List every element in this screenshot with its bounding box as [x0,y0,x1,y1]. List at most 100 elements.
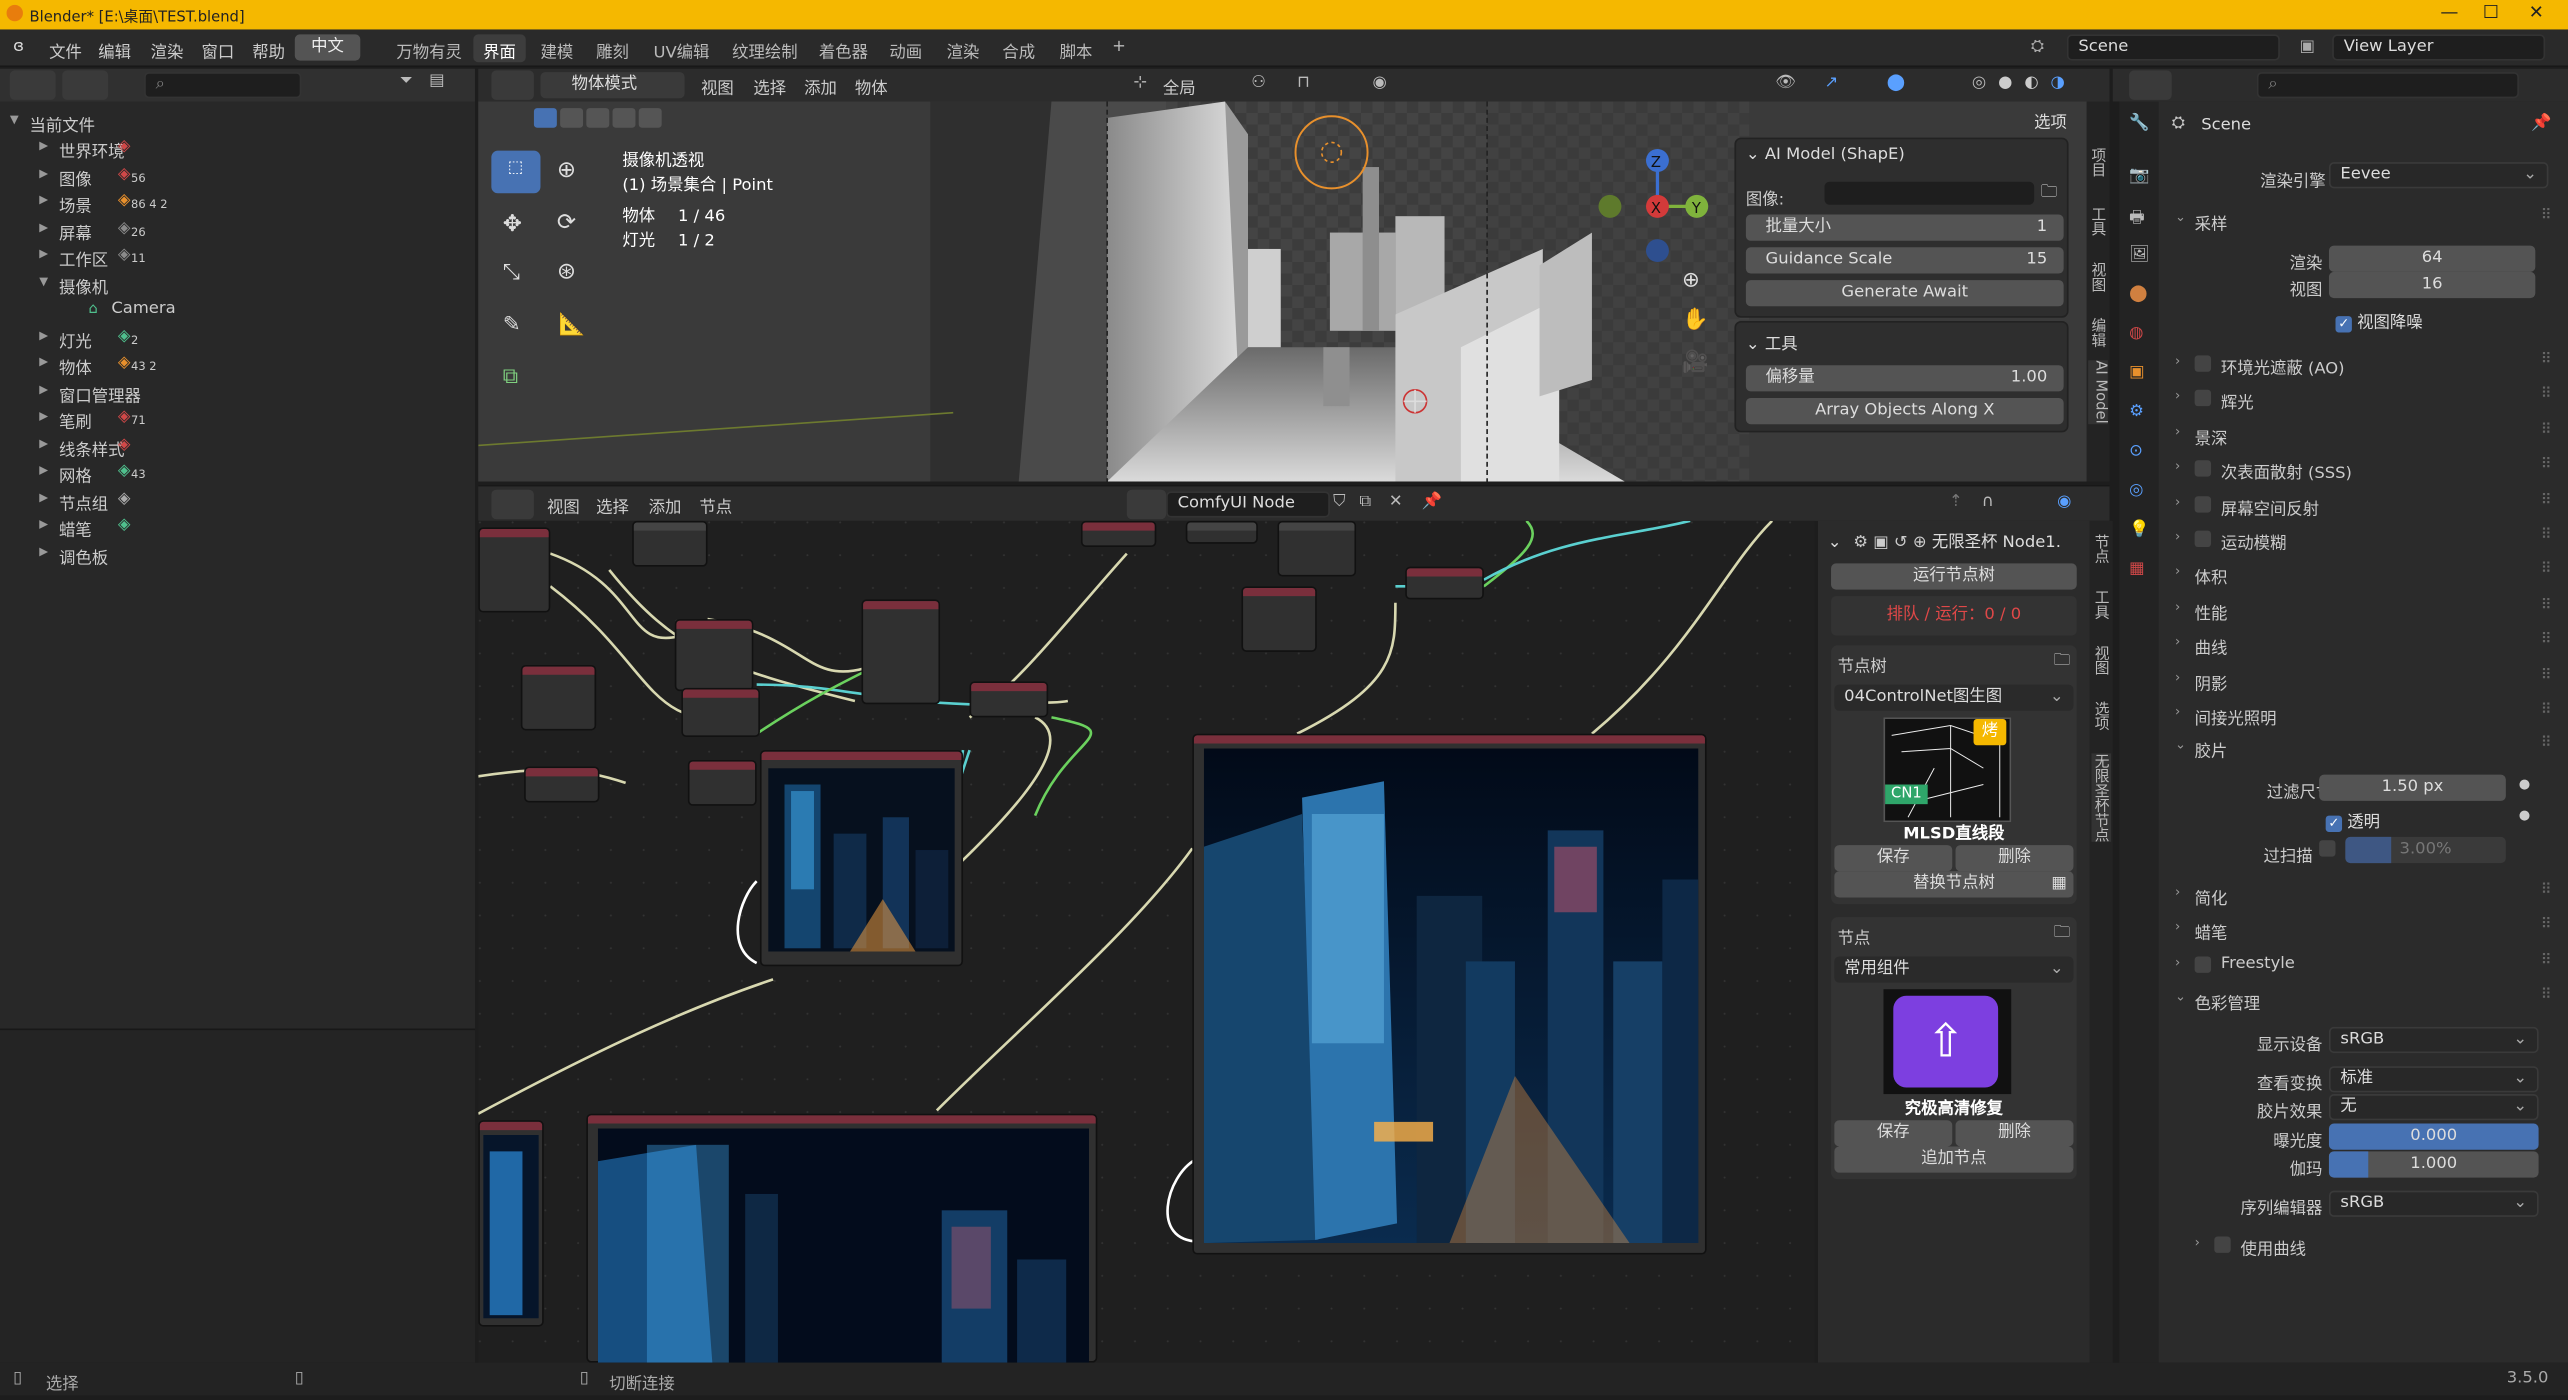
delete-node-button[interactable]: 删除 [1955,1120,2074,1147]
properties-search-input[interactable]: ⌕ [2256,72,2519,99]
sequencer-dropdown[interactable]: sRGB ⌄ [2328,1190,2539,1217]
offset-field[interactable]: 偏移量 1.00 [1745,365,2064,392]
section-checkbox[interactable] [2194,390,2212,407]
guidance-scale-field[interactable]: Guidance Scale 15 [1745,247,2064,274]
view-layer-tab-icon[interactable]: 🖼 [2129,246,2150,264]
chevron-down-icon[interactable]: ▼ [39,274,48,287]
chevron-right-icon[interactable]: ▶ [39,193,48,206]
chevron-right-icon[interactable]: ▶ [39,247,48,260]
section-collapsed[interactable]: › 间接光照明 ⠿ [2172,698,2559,731]
section-color-management[interactable]: ⌄ 色彩管理 ⠿ [2172,983,2559,1016]
keyframe-dot-icon[interactable]: ● [2519,807,2530,822]
outliner-item[interactable]: ▼ 摄像机 [0,269,475,297]
node-menu-select[interactable]: 选择 [596,493,629,518]
maximize-button[interactable]: ☐ [2483,2,2499,23]
outliner-item[interactable]: ▶ 线条样式 ◈ [0,432,475,460]
tab-view[interactable]: 视图 [2088,262,2108,291]
3d-viewport[interactable]: ⬚ ⊕ ✥ ⟳ ⤡ ⊛ ✎ 📐 ⧉ 摄像机透视 (1) 场景集合 | Point… [478,101,2110,482]
section-collapsed[interactable]: › 次表面散射 (SSS) ⠿ [2172,452,2559,485]
chevron-right-icon[interactable]: ▶ [39,518,48,531]
section-collapsed[interactable]: › 体积 ⠿ [2172,557,2559,590]
chevron-right-icon[interactable]: ▶ [39,382,48,395]
outliner-item[interactable]: ▶ 场景 ◈ 86 4 2 [0,188,475,217]
outliner-item[interactable]: ▶ 节点组 ◈ [0,486,475,514]
node-box[interactable] [1080,520,1157,548]
parent-tree-icon[interactable]: ⇡ [1949,493,1963,511]
tab-ai-model[interactable]: AI Model [2088,360,2108,424]
node-box[interactable] [1185,520,1258,544]
history-icon[interactable]: ↺ [1894,534,1908,552]
zoom-icon[interactable]: ⊕ [1682,269,1700,294]
tab-workspace-texture[interactable]: 纹理绘制 [722,34,807,62]
render-tab-icon[interactable]: 📷 [2129,167,2149,185]
render-engine-dropdown[interactable]: Eevee ⌄ [2328,162,2549,189]
node-box[interactable] [969,681,1049,718]
scale-tool-icon[interactable]: ⤡ [491,252,534,295]
data-tab-icon[interactable]: 💡 [2129,521,2149,539]
save-node-button[interactable]: 保存 [1834,1120,1953,1147]
folder-open-icon[interactable]: 🗀 [2054,920,2070,948]
camera-view-icon[interactable]: 🎥 [1682,350,1709,375]
outliner-item[interactable]: ▶ 调色板 [0,540,475,568]
section-collapsed[interactable]: › 曲线 ⠿ [2172,628,2559,661]
chevron-right-icon[interactable]: ▶ [39,355,48,368]
view-layer-selector[interactable]: View Layer [2332,34,2546,61]
pan-hand-icon[interactable]: ✋ [1682,308,1709,333]
gizmo-icon[interactable]: ↗ [1825,74,1839,92]
outliner-item[interactable]: ▶ 屏幕 ◈ 26 [0,215,475,244]
drag-handle-icon[interactable]: ⠿ [2541,703,2552,719]
node-category-select[interactable]: 常用组件 ⌄ [1834,956,2074,983]
tab-edit[interactable]: 编辑 [2088,318,2108,347]
node-box[interactable] [1405,566,1484,600]
viewport-menu-view[interactable]: 视图 [701,74,734,98]
image-preview-node-left[interactable] [478,1120,544,1327]
tab-options[interactable]: 选项 [2091,701,2111,730]
node-menu-node[interactable]: 节点 [699,493,732,518]
node-box[interactable] [681,687,760,738]
outliner-item[interactable]: ▶ 物体 ◈ 43 2 [0,350,475,379]
folder-icon[interactable]: 🗀 [2041,180,2057,208]
viewport-menu-add[interactable]: 添加 [804,74,837,98]
image-path-field[interactable] [1824,181,2035,205]
tab-tool[interactable]: 工具 [2088,206,2108,235]
display-mode-button[interactable] [62,70,109,100]
outliner-item[interactable]: ▶ 窗口管理器 [0,378,475,405]
chevron-down-icon[interactable]: ▼ [10,113,19,126]
shading-solid-icon[interactable]: ● [1998,74,2012,92]
node-box[interactable] [524,766,600,803]
node-box[interactable] [478,527,551,613]
filter-icon[interactable]: ⏷ [400,72,413,90]
run-node-tree-button[interactable]: 运行节点树 [1831,563,2077,590]
node-box[interactable] [861,599,941,705]
snap-icon[interactable]: ⊓ [1297,74,1310,92]
menu-window[interactable]: 窗口 [201,38,234,62]
collapse-chevron-icon[interactable]: ⌄ [1828,534,1842,552]
chevron-right-icon[interactable]: ▶ [39,436,48,449]
film-transparent-checkbox[interactable]: ✓ 透明 [2325,807,2380,833]
node-box[interactable] [1241,586,1317,652]
section-checkbox[interactable] [2194,495,2212,512]
chevron-right-icon[interactable]: ▶ [39,545,48,558]
tab-item[interactable]: 项目 [2088,147,2108,176]
chevron-right-icon[interactable]: ▶ [39,409,48,422]
console-icon[interactable]: ▣ [1873,534,1888,552]
tab-workspace-uv[interactable]: UV编辑 [644,34,720,62]
duplicate-icon[interactable]: ⧉ [1359,493,1371,511]
drag-handle-icon[interactable]: ⠿ [2541,597,2552,613]
drag-handle-icon[interactable]: ⠿ [2541,562,2552,578]
section-collapsed[interactable]: › 运动模糊 ⠿ [2172,522,2559,555]
outliner-child-item[interactable]: ⌂ Camera [0,296,475,322]
section-sampling[interactable]: ⌄ 采样 ⠿ [2172,203,2559,236]
node-thumbnail[interactable]: ⇧ [1883,989,2012,1095]
pin-icon[interactable]: 📌 [1422,493,1442,511]
chevron-right-icon[interactable]: ▶ [39,463,48,476]
shading-material-icon[interactable]: ◐ [2024,74,2038,92]
outliner-item[interactable]: ▶ 网格 ◈ 43 [0,459,475,487]
chevron-right-icon[interactable]: ▶ [39,166,48,179]
delete-tree-button[interactable]: 删除 [1955,845,2074,872]
navigation-gizmo[interactable]: Z Y X [1592,144,1723,308]
drag-handle-icon[interactable]: ⠿ [2541,632,2552,648]
menu-render[interactable]: 渲染 [151,38,184,62]
add-cube-tool-icon[interactable]: ⧉ [491,357,534,400]
section-checkbox[interactable] [2194,355,2212,372]
